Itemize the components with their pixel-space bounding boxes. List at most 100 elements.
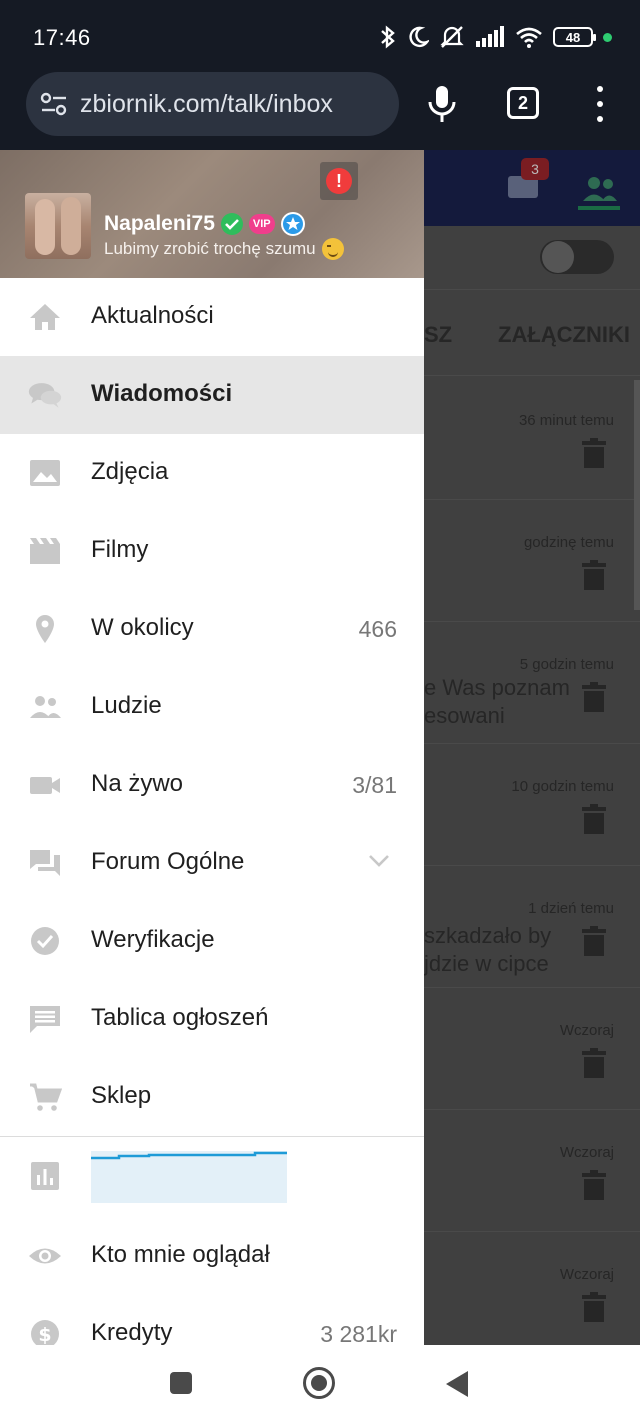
wifi-icon xyxy=(516,27,542,48)
menu-item-label: Kto mnie oglądał xyxy=(91,1241,270,1268)
user-name-row: Napaleni75 VIP xyxy=(104,212,305,236)
menu-item-ludzie[interactable]: Ludzie xyxy=(0,668,424,746)
row-time: Wczoraj xyxy=(559,1144,614,1161)
avatar[interactable] xyxy=(25,193,91,259)
menu-item-label: Tablica ogłoszeń xyxy=(91,1004,269,1031)
nearby-count: 466 xyxy=(358,616,397,642)
menu-item-label: Forum Ogólne xyxy=(91,848,245,875)
location-icon xyxy=(36,615,54,643)
menu-item-label: Weryfikacje xyxy=(91,926,215,953)
dollar-icon: $ xyxy=(31,1320,59,1345)
message-board-icon xyxy=(30,1006,60,1033)
browser-toolbar: zbiornik.com/talk/inbox 2 xyxy=(0,72,640,150)
navigation-drawer: ! Napaleni75 VIP Lubimy zrobić trochę sz… xyxy=(0,150,424,1345)
wink-emoji-icon xyxy=(321,238,344,260)
background-tab-attachments: ZAŁĄCZNIKI xyxy=(498,322,630,347)
chat-icon xyxy=(28,383,62,408)
user-status: Lubimy zrobić trochę szumu xyxy=(104,238,344,260)
row-time: 1 dzień temu xyxy=(528,900,614,917)
cart-icon xyxy=(30,1083,62,1111)
live-count: 3/81 xyxy=(352,772,397,798)
moon-icon xyxy=(409,26,429,48)
background-scrollbar xyxy=(634,380,640,610)
trash-icon xyxy=(582,1170,606,1200)
credits-count: 3 281kr xyxy=(320,1321,397,1345)
menu-item-zdjecia[interactable]: Zdjęcia xyxy=(0,434,424,512)
menu-item-sklep[interactable]: Sklep xyxy=(0,1058,424,1136)
row-time: 36 minut temu xyxy=(518,412,614,429)
menu-item-kredyty[interactable]: $ Kredyty 3 281kr xyxy=(0,1295,424,1345)
menu-item-w-okolicy[interactable]: W okolicy 466 xyxy=(0,590,424,668)
menu-item-weryfikacje[interactable]: Weryfikacje xyxy=(0,902,424,980)
tab-underline xyxy=(578,206,620,210)
trash-icon xyxy=(582,1048,606,1078)
people-icon xyxy=(583,177,617,201)
battery-icon: 48 xyxy=(553,27,596,47)
menu-item-tablica-ogloszen[interactable]: Tablica ogłoszeń xyxy=(0,980,424,1058)
trash-icon xyxy=(582,682,606,712)
site-settings-icon[interactable] xyxy=(40,92,68,116)
movie-icon xyxy=(30,538,60,564)
home-icon xyxy=(30,304,60,330)
people-icon xyxy=(30,696,61,718)
menu-item-label: W okolicy xyxy=(91,614,194,641)
verified-check-icon xyxy=(220,213,243,235)
recents-button[interactable] xyxy=(170,1372,192,1394)
back-button[interactable] xyxy=(446,1371,468,1397)
menu-item-na-zywo[interactable]: Na żywo 3/81 xyxy=(0,746,424,824)
menu-item-aktualnosci[interactable]: Aktualności xyxy=(0,278,424,356)
user-status-text: Lubimy zrobić trochę szumu xyxy=(104,239,316,258)
video-camera-icon xyxy=(30,777,60,794)
trash-icon xyxy=(582,1292,606,1322)
vip-badge: VIP xyxy=(248,214,275,234)
tab-switcher-button[interactable]: 2 xyxy=(507,87,539,119)
trash-icon xyxy=(582,926,606,956)
views-sparkline xyxy=(91,1151,287,1203)
row-time: 5 godzin temu xyxy=(519,656,614,673)
status-time: 17:46 xyxy=(33,25,91,50)
row-time: 10 godzin temu xyxy=(511,778,614,795)
home-button[interactable] xyxy=(303,1367,335,1399)
trash-icon xyxy=(582,438,606,468)
menu-item-wiadomosci[interactable]: Wiadomości xyxy=(0,356,424,434)
menu-item-label: Wiadomości xyxy=(91,380,233,407)
url-bar[interactable]: zbiornik.com/talk/inbox xyxy=(26,72,399,136)
trash-icon xyxy=(582,560,606,590)
row-time: godzinę temu xyxy=(523,534,614,551)
menu-item-forum[interactable]: Forum Ogólne xyxy=(0,824,424,902)
menu-item-filmy[interactable]: Filmy xyxy=(0,512,424,590)
check-circle-icon xyxy=(31,927,59,955)
alert-button[interactable]: ! xyxy=(320,162,358,200)
stats-row[interactable] xyxy=(0,1137,424,1217)
forum-icon xyxy=(30,850,60,876)
microphone-icon[interactable] xyxy=(424,84,460,124)
svg-text:$: $ xyxy=(38,1324,51,1345)
menu-item-label: Ludzie xyxy=(91,692,162,719)
bar-chart-icon xyxy=(31,1162,59,1190)
chevron-down-icon[interactable] xyxy=(368,854,390,868)
drawer-header[interactable]: ! Napaleni75 VIP Lubimy zrobić trochę sz… xyxy=(0,150,424,278)
image-icon xyxy=(30,460,60,486)
menu-item-label: Filmy xyxy=(91,536,149,563)
user-name[interactable]: Napaleni75 xyxy=(104,212,215,236)
star-badge-icon xyxy=(280,212,305,236)
menu-item-label: Na żywo xyxy=(91,770,184,797)
row-time: Wczoraj xyxy=(559,1022,614,1039)
row-snippet: e Was poznam esowani xyxy=(424,675,570,728)
system-navigation-bar xyxy=(0,1345,640,1422)
menu-item-label: Aktualności xyxy=(91,302,214,329)
alert-icon: ! xyxy=(326,168,352,194)
mute-icon xyxy=(440,26,464,48)
background-toggle xyxy=(540,240,614,274)
menu-item-kto-mnie-ogladal[interactable]: Kto mnie oglądał xyxy=(0,1217,424,1295)
bluetooth-icon xyxy=(381,25,395,49)
privacy-dot xyxy=(603,32,612,42)
camera-badge: 3 xyxy=(521,158,549,180)
status-bar: 17:46 48 xyxy=(0,0,640,72)
menu-item-label: Zdjęcia xyxy=(91,458,169,485)
row-time: Wczoraj xyxy=(559,1266,614,1283)
signal-icon xyxy=(476,26,504,47)
trash-icon xyxy=(582,804,606,834)
browser-menu-button[interactable] xyxy=(590,86,610,122)
url-text[interactable]: zbiornik.com/talk/inbox xyxy=(80,90,333,119)
